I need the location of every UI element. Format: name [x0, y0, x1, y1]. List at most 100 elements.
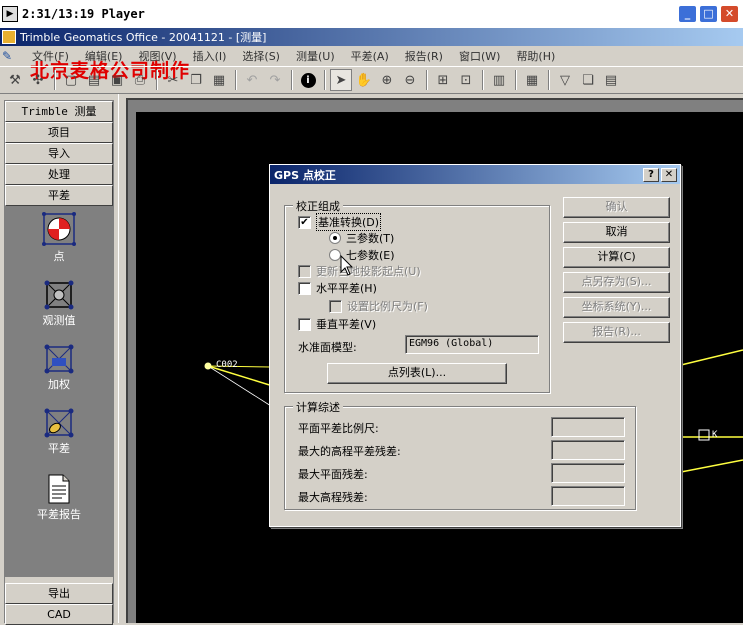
menu-help[interactable]: 帮助(H)	[508, 48, 563, 64]
compute-button[interactable]: 计算(C)	[563, 247, 670, 268]
tool-observations[interactable]: 观测值	[5, 280, 113, 328]
app-title-bar: Trimble Geomatics Office - 20041121 - [测…	[0, 28, 743, 46]
datum-transform-check[interactable]: ✔	[298, 215, 311, 229]
minimize-button[interactable]: _	[678, 5, 697, 23]
update-origin-checkbox[interactable]: 更新当地投影起点(U)	[298, 263, 421, 279]
zoom-out-icon[interactable]: ⊖	[399, 69, 421, 91]
tool-adjust-report[interactable]: 平差报告	[5, 474, 113, 522]
weighting-icon	[44, 344, 74, 374]
summary-value-max-height-res	[551, 486, 625, 506]
pan-hand-icon[interactable]: ✋	[353, 69, 375, 91]
grid-icon[interactable]: ▦	[521, 69, 543, 91]
tool-weighting[interactable]: 加权	[5, 344, 113, 392]
app-icon	[2, 30, 16, 44]
vertical-adjust-checkbox[interactable]: 垂直平差(V)	[298, 316, 376, 332]
player-title: 2:31/13:19 Player	[22, 7, 145, 21]
left-navigation-panel: Trimble 测量 项目 导入 处理 平差 点 观测值 加权 平差 平差报告 …	[4, 100, 114, 625]
panel-icon[interactable]: ▥	[488, 69, 510, 91]
tool-point-label: 点	[53, 250, 65, 263]
menu-insert[interactable]: 插入(I)	[185, 48, 235, 64]
redo-icon[interactable]: ↷	[264, 69, 286, 91]
computation-summary-title: 计算综述	[293, 399, 343, 415]
summary-value-max-horiz-res	[551, 463, 625, 483]
panel-splitter[interactable]	[118, 94, 126, 623]
three-param-radio[interactable]: 三参数(T)	[329, 230, 394, 246]
summary-label-max-height-res: 最大高程残差:	[298, 491, 368, 504]
update-origin-label: 更新当地投影起点(U)	[316, 265, 421, 278]
summary-label-scale: 平面平差比例尺:	[298, 422, 379, 435]
datum-transform-label: 基准转换(D)	[316, 213, 382, 231]
new-file-icon[interactable]: ▢	[60, 69, 82, 91]
summary-label-max-horiz-res: 最大平面残差:	[298, 468, 368, 481]
menu-adjust[interactable]: 平差(A)	[343, 48, 397, 64]
save-icon[interactable]: ▣	[106, 69, 128, 91]
tool-adjust-report-label: 平差报告	[37, 508, 81, 521]
open-folder-icon[interactable]: ▤	[83, 69, 105, 91]
nav-process[interactable]: 处理	[5, 164, 113, 185]
point-list-button[interactable]: 点列表(L)...	[327, 363, 507, 384]
adjust-tools-panel: 点 观测值 加权 平差 平差报告	[5, 206, 113, 577]
player-icon: ▶	[2, 6, 18, 22]
three-param-label: 三参数(T)	[346, 232, 395, 245]
nav-adjust[interactable]: 平差	[5, 185, 113, 206]
copy-icon[interactable]: ❐	[185, 69, 207, 91]
cut-icon[interactable]: ✂	[162, 69, 184, 91]
filter-icon[interactable]: ▽	[554, 69, 576, 91]
cancel-button[interactable]: 取消	[563, 222, 670, 243]
menu-report[interactable]: 报告(R)	[397, 48, 451, 64]
report-button[interactable]: 报告(R)...	[563, 322, 670, 343]
ok-button[interactable]: 确认	[563, 197, 670, 218]
print-icon[interactable]: ⎙	[129, 69, 151, 91]
maximize-button[interactable]: □	[699, 5, 718, 23]
help-icon[interactable]: ?	[643, 168, 659, 182]
tool-weighting-label: 加权	[48, 378, 70, 391]
calibration-components-title: 校正组成	[293, 198, 343, 214]
dialog-title-bar[interactable]: GPS 点校正 ? ✕	[270, 165, 680, 184]
zoom-window-icon[interactable]: ⊞	[432, 69, 454, 91]
nav-export[interactable]: 导出	[5, 583, 113, 604]
app-title: Trimble Geomatics Office - 20041121 - [测…	[20, 31, 267, 44]
geoid-model-label: 水准面模型:	[298, 341, 357, 354]
save-points-as-button[interactable]: 点另存为(S)...	[563, 272, 670, 293]
seven-param-radio[interactable]: 七参数(E)	[329, 247, 395, 263]
zoom-in-icon[interactable]: ⊕	[376, 69, 398, 91]
nav-import[interactable]: 导入	[5, 143, 113, 164]
tool-adjust[interactable]: 平差	[5, 408, 113, 456]
menu-survey[interactable]: 测量(U)	[288, 48, 343, 64]
player-title-bar: ▶ 2:31/13:19 Player _ □ ✕	[0, 0, 743, 28]
paste-icon[interactable]: ▦	[208, 69, 230, 91]
calibration-components-group: 校正组成 ✔ 基准转换(D) 三参数(T) 七参数(E) 更新当地投影起点(U)…	[284, 198, 550, 393]
tool-adjust-label: 平差	[48, 442, 70, 455]
menu-select[interactable]: 选择(S)	[234, 48, 288, 64]
info-icon[interactable]: i	[297, 69, 319, 91]
point-icon	[42, 212, 76, 246]
dialog-close-icon[interactable]: ✕	[661, 168, 677, 182]
mouse-cursor-icon	[340, 255, 354, 276]
tool-point[interactable]: 点	[5, 212, 113, 264]
horizontal-adjust-label: 水平平差(H)	[316, 282, 377, 295]
computation-summary-group: 计算综述 平面平差比例尺: 最大的高程平差残差: 最大平面残差: 最大高程残差:	[284, 399, 636, 510]
adjust-icon	[44, 408, 74, 438]
toolbar: ⚒ ✣ ▢ ▤ ▣ ⎙ ✂ ❐ ▦ ↶ ↷ i ➤ ✋ ⊕ ⊖ ⊞ ⊡ ▥ ▦ …	[0, 66, 743, 94]
set-scale-checkbox[interactable]: 设置比例尺为(F)	[329, 298, 428, 314]
menu-window[interactable]: 窗口(W)	[451, 48, 508, 64]
coordinate-system-button[interactable]: 坐标系统(Y)...	[563, 297, 670, 318]
undo-icon[interactable]: ↶	[241, 69, 263, 91]
dialog-title: GPS 点校正	[274, 168, 336, 182]
close-button[interactable]: ✕	[720, 5, 739, 23]
document-icon[interactable]: ✎	[2, 49, 18, 63]
compass-icon[interactable]: ✣	[27, 69, 49, 91]
properties-icon[interactable]: ❏	[577, 69, 599, 91]
select-arrow-icon[interactable]: ➤	[330, 69, 352, 91]
summary-value-max-height-adj	[551, 440, 625, 460]
nav-cad[interactable]: CAD	[5, 604, 113, 625]
survey-tool-icon[interactable]: ⚒	[4, 69, 26, 91]
nav-project[interactable]: 项目	[5, 122, 113, 143]
datum-transform-checkbox[interactable]: ✔ 基准转换(D)	[298, 213, 382, 231]
horizontal-adjust-checkbox[interactable]: 水平平差(H)	[298, 280, 377, 296]
geoid-model-field[interactable]: EGM96 (Global)	[405, 335, 539, 354]
layers-icon[interactable]: ▤	[600, 69, 622, 91]
nav-trimble-survey[interactable]: Trimble 测量	[5, 101, 113, 122]
summary-value-scale	[551, 417, 625, 437]
zoom-extents-icon[interactable]: ⊡	[455, 69, 477, 91]
